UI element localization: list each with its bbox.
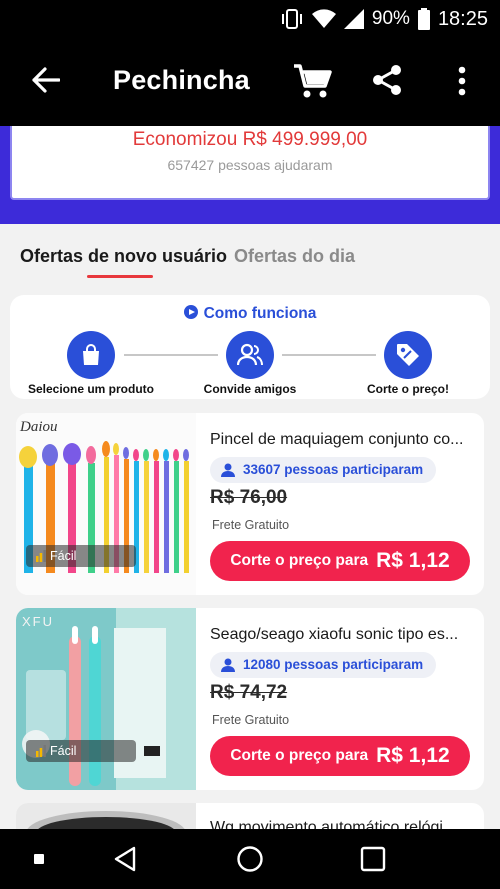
brand-logo: XFU: [22, 614, 54, 629]
product-image-toothbrush[interactable]: XFU Fácil: [16, 608, 196, 790]
step-connector: [282, 354, 376, 356]
how-it-works-card: Como funciona Selecione um produto Convi…: [10, 295, 490, 399]
active-tab-indicator: [87, 275, 153, 278]
tab-new-user-offers[interactable]: Ofertas de novo usuário: [20, 246, 227, 267]
step-cut-price: Corte o preço!: [366, 382, 449, 396]
product-name[interactable]: Seago/seago xiaofu sonic tipo es...: [210, 626, 476, 644]
system-navigation-bar: [0, 829, 500, 889]
back-arrow-icon[interactable]: [26, 60, 66, 100]
cut-price-button[interactable]: Corte o preço para R$ 1,12: [210, 541, 470, 581]
difficulty-badge: Fácil: [26, 545, 136, 567]
cut-price-value: R$ 1,12: [376, 549, 450, 572]
participants-count: 33607 pessoas participaram: [243, 462, 424, 477]
how-it-works-title: Como funciona: [203, 305, 317, 322]
cut-price-label: Corte o preço para: [230, 747, 369, 764]
step-select-product: Selecione um produto: [27, 382, 154, 396]
how-it-works-link[interactable]: Como funciona: [10, 305, 490, 323]
participants-count: 12080 pessoas participaram: [243, 657, 424, 672]
product-name[interactable]: Pincel de maquiagem conjunto co...: [210, 431, 476, 449]
price-tag-icon: [384, 331, 432, 379]
vibrate-icon: [280, 8, 304, 30]
product-card[interactable]: XFU Fácil Seago/seago xiaofu sonic tipo …: [16, 608, 484, 790]
tab-daily-offers[interactable]: Ofertas do dia: [234, 246, 355, 267]
cart-icon[interactable]: [292, 63, 332, 99]
person-icon: [221, 658, 235, 672]
share-icon[interactable]: [370, 63, 406, 99]
savings-card: Economizou R$ 499.999,00 657427 pessoas …: [10, 126, 490, 200]
offer-tabs: Ofertas de novo usuário Ofertas do dia: [0, 224, 500, 290]
difficulty-bars-icon: [36, 550, 46, 562]
product-card[interactable]: Daiou Fácil Pincel de maquiagem conjunto…: [16, 413, 484, 595]
step-connector: [124, 354, 218, 356]
shipping-label: Frete Gratuito: [212, 518, 290, 532]
battery-percent: 90%: [371, 8, 410, 29]
participants-badge: 33607 pessoas participaram: [210, 457, 436, 483]
page-title: Pechincha: [113, 65, 250, 95]
savings-amount: Economizou R$ 499.999,00: [132, 129, 368, 150]
participants-badge: 12080 pessoas participaram: [210, 652, 436, 678]
difficulty-bars-icon: [36, 745, 46, 757]
nav-home-icon[interactable]: [235, 844, 265, 874]
battery-icon: [417, 8, 430, 30]
step-invite-friends: Convide amigos: [203, 382, 297, 396]
difficulty-label: Fácil: [50, 744, 77, 758]
cut-price-label: Corte o preço para: [230, 552, 369, 569]
wifi-icon: [311, 9, 336, 29]
nav-overview-icon[interactable]: [358, 844, 388, 874]
play-icon: [183, 305, 198, 319]
recent-dot-icon[interactable]: [24, 844, 54, 874]
signal-icon: [343, 9, 364, 29]
difficulty-badge: Fácil: [26, 740, 136, 762]
status-bar: 90% 18:25: [0, 0, 500, 38]
shopping-bag-icon: [67, 331, 115, 379]
helpers-count: 657427 pessoas ajudaram: [167, 157, 333, 173]
cut-price-button[interactable]: Corte o preço para R$ 1,12: [210, 736, 470, 776]
product-image-brushes[interactable]: Daiou Fácil: [16, 413, 196, 595]
shipping-label: Frete Gratuito: [212, 713, 290, 727]
cut-price-value: R$ 1,12: [376, 744, 450, 767]
original-price: R$ 74,72: [210, 682, 288, 703]
original-price: R$ 76,00: [210, 487, 288, 508]
nav-back-icon[interactable]: [110, 844, 140, 874]
difficulty-label: Fácil: [50, 549, 77, 563]
person-icon: [221, 463, 235, 477]
clock: 18:25: [437, 7, 488, 30]
brand-logo: Daiou: [19, 419, 58, 435]
friends-icon: [226, 331, 274, 379]
more-options-icon[interactable]: [450, 63, 474, 99]
app-bar: Pechincha: [0, 38, 500, 126]
